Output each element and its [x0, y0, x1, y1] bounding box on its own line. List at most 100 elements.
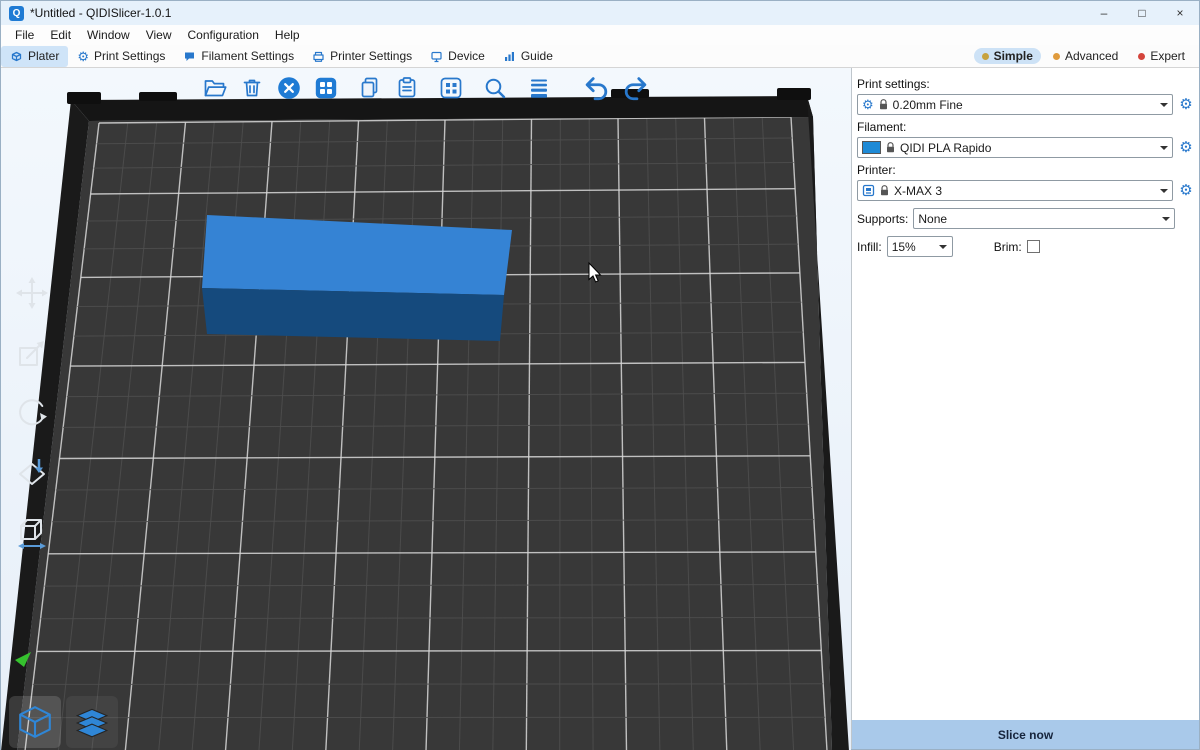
menu-configuration[interactable]: Configuration: [180, 27, 267, 43]
supports-combo[interactable]: None: [913, 208, 1175, 229]
viewport-3d[interactable]: [1, 68, 851, 750]
filament-combo[interactable]: QIDI PLA Rapido: [857, 137, 1173, 158]
tab-print-settings[interactable]: ⚙ Print Settings: [68, 46, 174, 67]
split-to-objects-button[interactable]: [437, 74, 465, 102]
tabbar: Plater ⚙ Print Settings Filament Setting…: [1, 45, 1199, 68]
place-on-face-gizmo-button[interactable]: [11, 453, 53, 493]
chevron-down-icon: [1155, 138, 1172, 157]
measure-gizmo-button[interactable]: [11, 513, 53, 553]
minimize-button[interactable]: –: [1085, 1, 1123, 25]
tab-printer-settings[interactable]: Printer Settings: [303, 46, 421, 67]
menu-help[interactable]: Help: [267, 27, 308, 43]
titlebar: Q *Untitled - QIDISlicer-1.0.1 – □ ×: [1, 1, 1199, 25]
printer-label: Printer:: [857, 163, 1194, 177]
scale-gizmo-button[interactable]: [11, 333, 53, 373]
brim-checkbox[interactable]: [1027, 240, 1040, 253]
settings-panel: Print settings: ⚙ 0.20mm Fine ⚙ Filament…: [851, 68, 1199, 749]
main-content: Print settings: ⚙ 0.20mm Fine ⚙ Filament…: [1, 68, 1199, 749]
print-bed-surface[interactable]: [17, 117, 832, 750]
variable-layer-height-button[interactable]: [525, 74, 553, 102]
lock-icon: [886, 142, 895, 153]
infill-label: Infill:: [857, 240, 882, 254]
tab-print-settings-label: Print Settings: [94, 49, 165, 63]
lock-icon: [880, 185, 889, 196]
copy-icon: [357, 75, 383, 101]
tab-guide[interactable]: Guide: [494, 46, 562, 67]
filament-bubble-icon: [183, 50, 196, 63]
menu-edit[interactable]: Edit: [42, 27, 79, 43]
supports-label: Supports:: [857, 212, 908, 226]
delete-all-icon: [276, 75, 302, 101]
window-title: *Untitled - QIDISlicer-1.0.1: [30, 6, 171, 20]
tab-filament-settings[interactable]: Filament Settings: [174, 46, 303, 67]
undo-icon: [582, 73, 610, 103]
guide-bars-icon: [503, 50, 516, 63]
close-button[interactable]: ×: [1161, 1, 1199, 25]
redo-icon: [622, 73, 650, 103]
layers-preview-icon: [73, 703, 111, 741]
paste-icon: [394, 75, 420, 101]
maximize-button[interactable]: □: [1123, 1, 1161, 25]
infill-brim-row: Infill: 15% Brim:: [857, 236, 1194, 257]
printer-icon: [862, 184, 875, 197]
chevron-down-icon: [1157, 209, 1174, 228]
chevron-down-icon: [1155, 181, 1172, 200]
tab-printer-settings-label: Printer Settings: [330, 49, 412, 63]
print-settings-combo[interactable]: ⚙ 0.20mm Fine: [857, 94, 1173, 115]
model-object[interactable]: [202, 215, 512, 341]
layer-bars-icon: [526, 75, 552, 101]
viewport-toolbar: [201, 74, 650, 102]
redo-button[interactable]: [622, 74, 650, 102]
undo-button[interactable]: [582, 74, 610, 102]
infill-value: 15%: [892, 240, 930, 254]
mode-advanced[interactable]: Advanced: [1045, 48, 1126, 64]
menu-file[interactable]: File: [7, 27, 42, 43]
mode-simple-dot-icon: [982, 53, 989, 60]
infill-combo[interactable]: 15%: [887, 236, 953, 257]
scale-icon: [14, 335, 50, 371]
move-gizmo-button[interactable]: [11, 273, 53, 313]
filament-color-swatch: [862, 141, 881, 154]
editor-view-button[interactable]: [9, 696, 61, 748]
gear-icon: ⚙: [77, 50, 89, 63]
print-settings-row: ⚙ 0.20mm Fine ⚙: [857, 94, 1194, 115]
measure-icon: [14, 515, 50, 551]
open-project-button[interactable]: [201, 74, 229, 102]
split-grid-icon: [438, 75, 464, 101]
open-folder-icon: [202, 75, 228, 101]
viewport-canvas[interactable]: [1, 68, 851, 750]
chevron-down-icon: [935, 237, 952, 256]
settings-panel-inner: Print settings: ⚙ 0.20mm Fine ⚙ Filament…: [852, 68, 1199, 257]
preview-view-button[interactable]: [66, 696, 118, 748]
rotate-icon: [14, 395, 50, 431]
copy-button[interactable]: [356, 74, 384, 102]
monitor-icon: [430, 50, 443, 63]
slice-now-button[interactable]: Slice now: [852, 720, 1199, 749]
menubar: File Edit Window View Configuration Help: [1, 25, 1199, 45]
printer-combo[interactable]: X-MAX 3: [857, 180, 1173, 201]
mode-expert-dot-icon: [1138, 53, 1145, 60]
rotate-gizmo-button[interactable]: [11, 393, 53, 433]
tab-device[interactable]: Device: [421, 46, 494, 67]
search-button[interactable]: [481, 74, 509, 102]
delete-button[interactable]: [238, 74, 266, 102]
gear-icon: ⚙: [862, 98, 874, 111]
tab-guide-label: Guide: [521, 49, 553, 63]
mode-simple[interactable]: Simple: [974, 48, 1041, 64]
arrange-button[interactable]: [312, 74, 340, 102]
mode-expert[interactable]: Expert: [1130, 48, 1193, 64]
print-settings-gear-button[interactable]: ⚙: [1178, 97, 1194, 112]
print-settings-label: Print settings:: [857, 77, 1194, 91]
printer-gear-button[interactable]: ⚙: [1178, 183, 1194, 198]
app-window: Q *Untitled - QIDISlicer-1.0.1 – □ × Fil…: [0, 0, 1200, 750]
paste-button[interactable]: [393, 74, 421, 102]
tab-plater-label: Plater: [28, 49, 59, 63]
menu-view[interactable]: View: [138, 27, 180, 43]
filament-gear-button[interactable]: ⚙: [1178, 140, 1194, 155]
tab-filament-settings-label: Filament Settings: [201, 49, 294, 63]
search-icon: [482, 75, 508, 101]
menu-window[interactable]: Window: [79, 27, 138, 43]
delete-all-button[interactable]: [275, 74, 303, 102]
tab-plater[interactable]: Plater: [1, 46, 68, 67]
bed-corner: [777, 88, 811, 100]
